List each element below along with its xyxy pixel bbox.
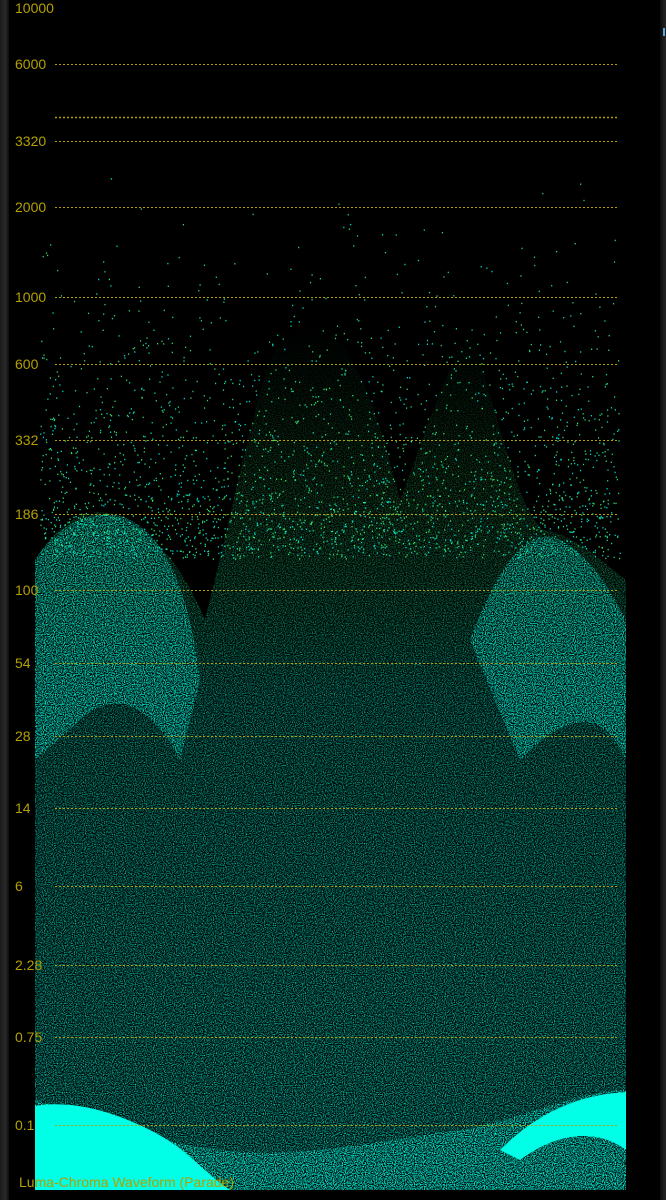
- y-tick-label: 332: [15, 432, 39, 448]
- trace-body: [35, 326, 626, 1190]
- y-tick-label: 1000: [15, 289, 47, 305]
- y-tick-label: 14: [15, 800, 31, 816]
- y-tick-label: 100: [15, 582, 39, 598]
- y-tick-label: 10000: [15, 0, 54, 16]
- y-tick-label: 6000: [15, 56, 47, 72]
- waveform-scope: 10000 6000 3320 2000 1000 600 332 186 100 54 28 14 6…: [0, 0, 666, 1200]
- y-tick-label: 54: [15, 655, 31, 671]
- y-tick-label: 6: [15, 878, 23, 894]
- y-tick-label: 2.28: [15, 957, 43, 973]
- y-tick-label: 600: [15, 356, 39, 372]
- y-tick-label: 0.75: [15, 1029, 43, 1045]
- y-tick-label: 3320: [15, 133, 47, 149]
- y-tick-label: 28: [15, 728, 31, 744]
- waveform-trace: [35, 64, 626, 1190]
- scope-caption: Luma-Chroma Waveform (Parade): [19, 1174, 234, 1190]
- y-tick-label: 186: [15, 506, 39, 522]
- y-tick-label: 2000: [15, 199, 47, 215]
- y-tick-label: 0.1: [15, 1117, 35, 1133]
